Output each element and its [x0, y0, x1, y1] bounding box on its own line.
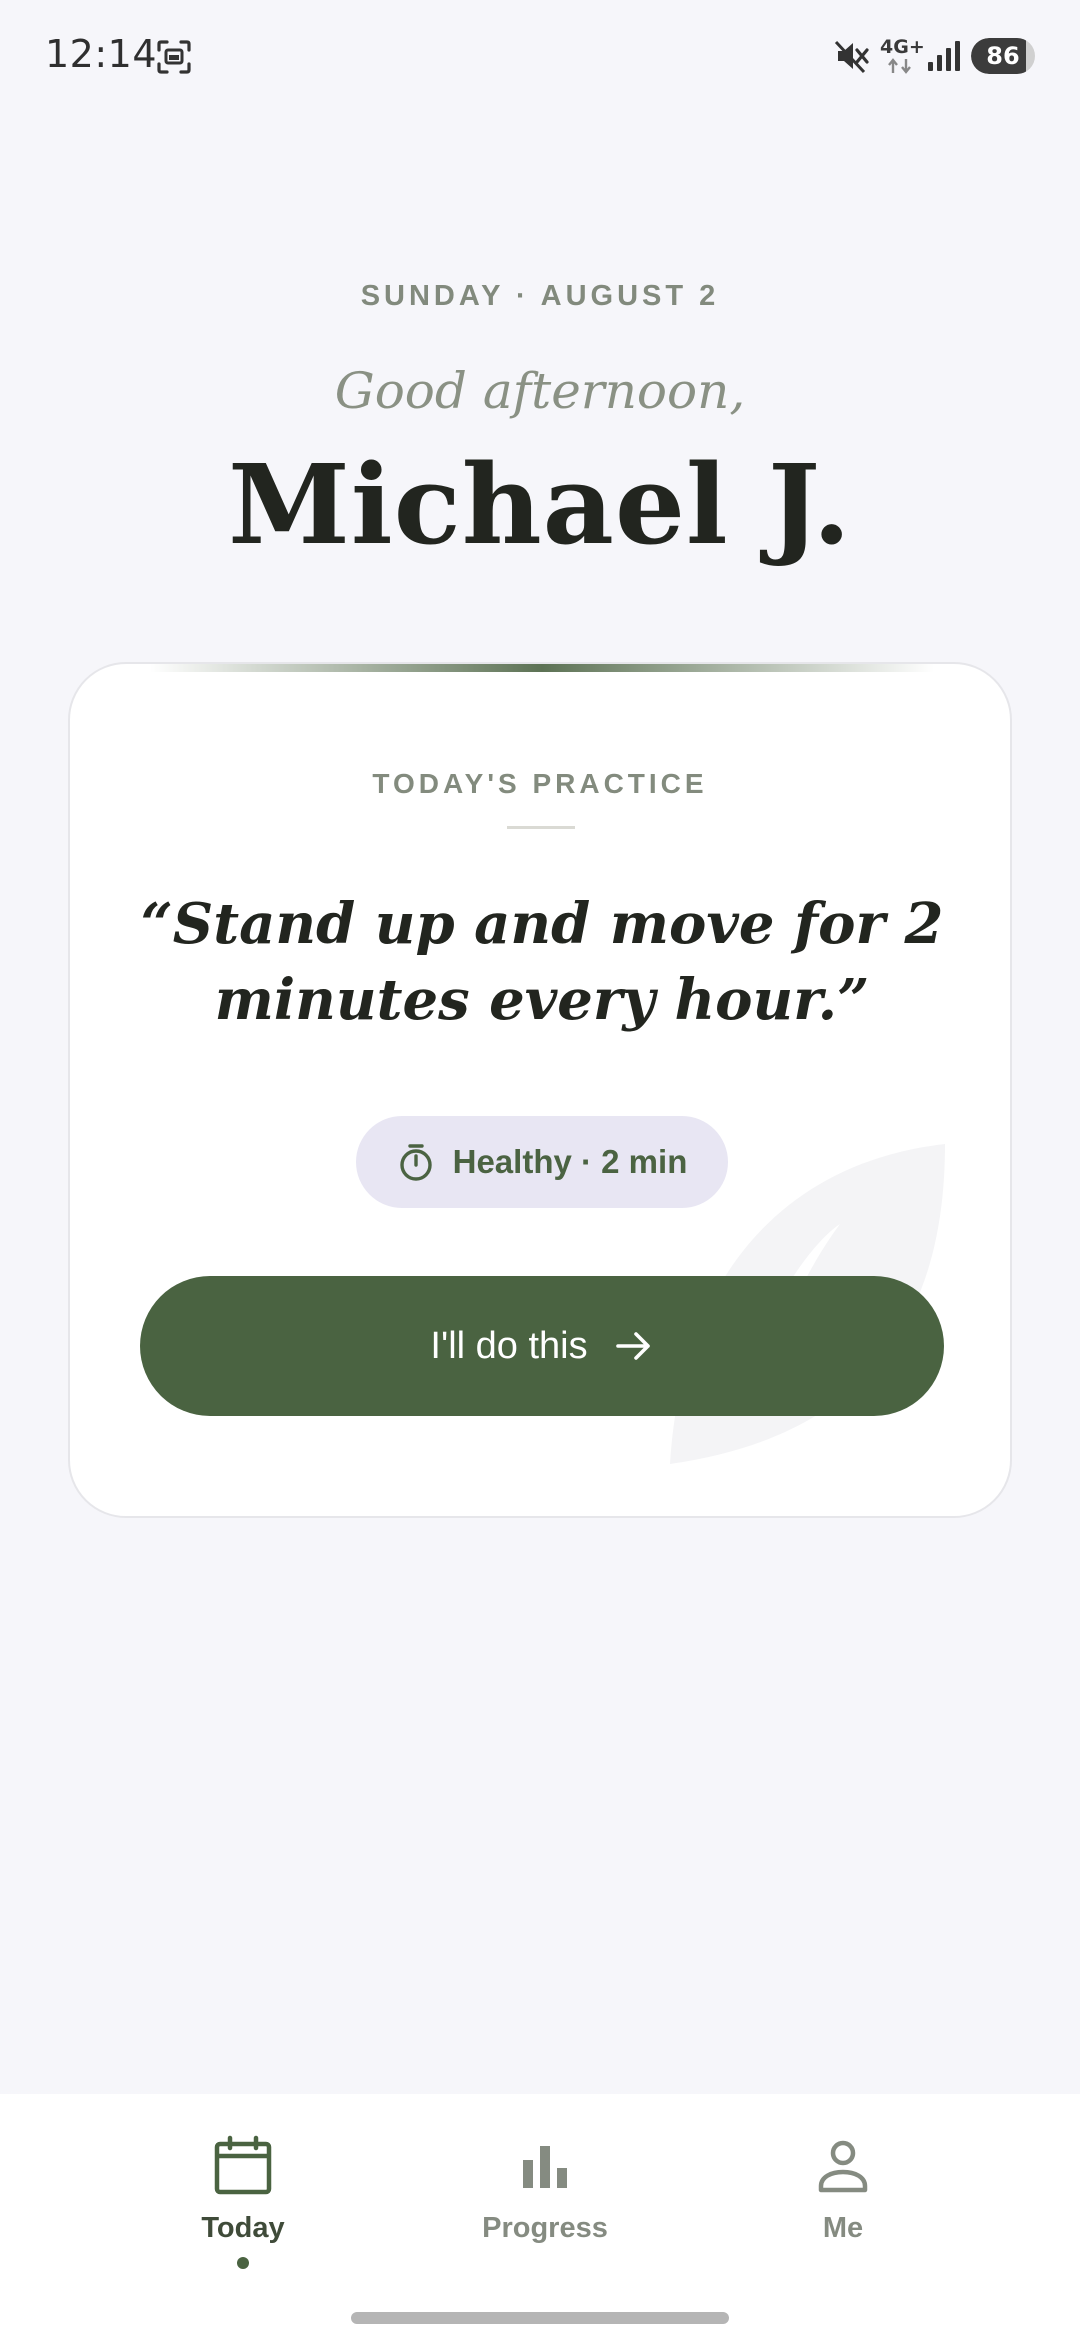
nav-item-today[interactable]: Today [143, 2134, 343, 2284]
commit-practice-button[interactable]: I'll do this [140, 1276, 944, 1416]
status-bar: 12:14 4G+ 86 [0, 0, 1080, 110]
screenshot-icon [157, 40, 191, 74]
arrow-right-icon [615, 1332, 650, 1360]
nav-item-progress[interactable]: Progress [445, 2134, 645, 2284]
network-type-label: 4G+ [880, 36, 925, 58]
signal-icon [928, 41, 960, 71]
battery-level: 86 [986, 42, 1020, 70]
commit-button-label: I'll do this [430, 1324, 588, 1367]
chip-label: Healthy · 2 min [452, 1143, 688, 1180]
nav-item-me[interactable]: Me [743, 2134, 943, 2284]
calendar-icon [214, 2135, 272, 2195]
battery-indicator: 86 [971, 38, 1035, 74]
stopwatch-icon [399, 1144, 432, 1181]
card-label: TODAY'S PRACTICE [372, 768, 708, 799]
card-accent-line [150, 664, 934, 672]
bottom-navigation: Today Progress Me [0, 2094, 1080, 2340]
home-indicator[interactable] [351, 2312, 729, 2324]
active-indicator-dot [237, 2257, 249, 2269]
card-divider [507, 826, 575, 829]
greeting-text: Good afternoon, [334, 362, 746, 420]
bar-chart-icon [523, 2146, 567, 2188]
practice-category-chip: Healthy · 2 min [356, 1116, 728, 1208]
user-name: Michael J. [228, 440, 852, 569]
practice-card: TODAY'S PRACTICE “Stand up and move for … [68, 662, 1012, 1518]
data-arrows-icon [888, 58, 911, 74]
date-label: SUNDAY · AUGUST 2 [360, 280, 720, 312]
nav-label-progress: Progress [482, 2212, 608, 2244]
person-icon [818, 2140, 868, 2193]
status-time: 12:14 [45, 32, 158, 76]
practice-quote: “Stand up and move for 2 minutes every h… [140, 891, 944, 1033]
nav-label-today: Today [201, 2212, 285, 2244]
nav-label-me: Me [822, 2212, 864, 2244]
mute-icon [834, 40, 869, 74]
